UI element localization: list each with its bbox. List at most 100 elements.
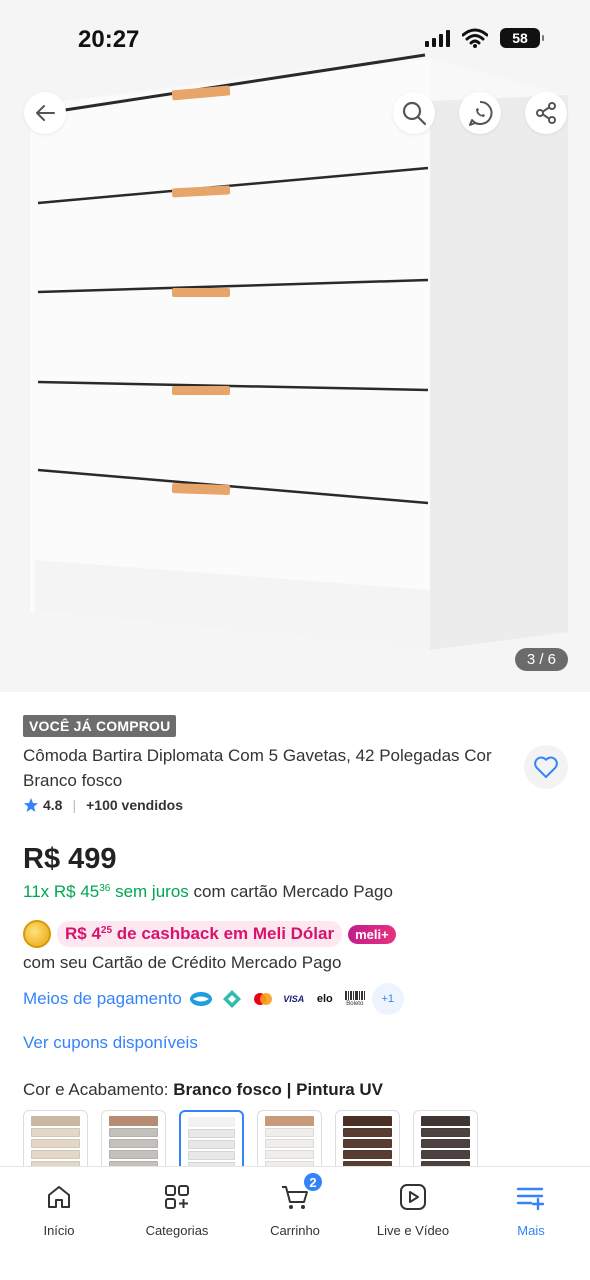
cashback-row: R$ 425 de cashback em Meli Dólar meli+ [23, 920, 396, 948]
swatch-drawer [265, 1150, 314, 1159]
cashback-cents: 25 [100, 925, 113, 936]
nav-label: Mais [517, 1223, 545, 1238]
coupons-link[interactable]: Ver cupons disponíveis [23, 1033, 198, 1053]
swatch-drawer [31, 1139, 80, 1148]
visa-icon: VISA [283, 994, 305, 1004]
arrow-left-icon [36, 105, 55, 121]
variant-swatch[interactable] [101, 1110, 166, 1174]
boleto-icon: Boleto [344, 991, 366, 1007]
image-counter: 3 / 6 [514, 648, 568, 671]
swatch-drawer [343, 1150, 392, 1159]
heart-icon [534, 756, 558, 778]
variant-swatches [23, 1110, 478, 1174]
swatch-drawer [343, 1128, 392, 1137]
sold-count: +100 vendidos [86, 797, 183, 813]
swatch-top [343, 1116, 392, 1126]
nav-label: Categorias [145, 1223, 209, 1238]
whatsapp-icon [469, 100, 493, 126]
nav-label: Live e Vídeo [376, 1223, 450, 1238]
cashback-amount: R$ 4 [65, 924, 101, 943]
installments-interest: sem juros [115, 882, 189, 901]
favorite-button[interactable] [524, 745, 568, 789]
nav-item-categorias[interactable]: Categorias [118, 1167, 236, 1280]
star-icon [24, 798, 38, 812]
whatsapp-share-button[interactable] [459, 92, 501, 134]
search-icon [402, 101, 427, 126]
swatch-drawer [265, 1128, 314, 1137]
swatch-top [188, 1117, 235, 1127]
installments-cents: 36 [99, 883, 111, 894]
swatch-drawer [421, 1139, 470, 1148]
nav-label: Carrinho [270, 1223, 320, 1238]
meli-plus-badge: meli+ [348, 924, 396, 944]
product-image [30, 53, 568, 650]
product-image-gallery[interactable]: 3 / 6 [0, 0, 590, 692]
elo-icon: elo [316, 993, 333, 1005]
swatch-drawer [188, 1151, 235, 1160]
battery-icon: 58 [500, 28, 544, 48]
payment-methods-link[interactable]: Meios de pagamento [23, 989, 182, 1009]
variant-swatch[interactable] [335, 1110, 400, 1174]
swatch-drawer [109, 1150, 158, 1159]
payment-methods-row[interactable]: Meios de pagamento VISA elo Boleto +1 [23, 983, 404, 1015]
nav-item-carrinho[interactable]: 2 Carrinho [236, 1167, 354, 1280]
swatch-drawer [265, 1139, 314, 1148]
swatch-drawer [343, 1139, 392, 1148]
variant-swatch[interactable] [179, 1110, 244, 1174]
swatch-drawer [109, 1128, 158, 1137]
product-price: R$ 499 [23, 843, 117, 875]
status-time: 20:27 [78, 26, 140, 53]
menu-plus-icon [516, 1187, 545, 1211]
cart-count-badge: 2 [302, 1171, 324, 1193]
status-icons: 58 [425, 28, 544, 48]
already-bought-badge: VOCÊ JÁ COMPROU [23, 715, 177, 737]
cashback-subtext: com seu Cartão de Crédito Mercado Pago [23, 953, 342, 972]
swatch-drawer [31, 1150, 80, 1159]
share-button[interactable] [525, 92, 567, 134]
cashback-text: de cashback em Meli Dólar [116, 924, 335, 943]
installments-suffix: com cartão Mercado Pago [193, 882, 393, 901]
swatch-top [421, 1116, 470, 1126]
bottom-navigation: Início Categorias 2 Carrinho Live e Víde… [0, 1166, 590, 1280]
wifi-icon [462, 28, 488, 48]
rating-divider: | [72, 797, 77, 813]
nav-item-mais[interactable]: Mais [472, 1167, 590, 1280]
swatch-drawer [421, 1128, 470, 1137]
signal-icon [425, 29, 450, 47]
pix-icon [220, 990, 244, 1008]
home-icon [48, 1186, 70, 1208]
swatch-drawer [188, 1129, 235, 1138]
swatch-top [31, 1116, 80, 1126]
swatch-drawer [188, 1140, 235, 1149]
back-button[interactable] [24, 92, 66, 134]
boleto-label: Boleto [346, 1001, 364, 1007]
mercado-pago-icon [189, 991, 213, 1007]
cashback-pill: R$ 425 de cashback em Meli Dólar [57, 921, 343, 947]
variant-label-key: Cor e Acabamento: [23, 1080, 169, 1099]
installments-info: 11x R$ 4536 sem juros com cartão Mercado… [23, 882, 393, 902]
nav-label: Início [43, 1223, 75, 1238]
variant-label-value: Branco fosco | Pintura UV [173, 1080, 384, 1099]
more-payments-badge[interactable]: +1 [371, 983, 404, 1015]
swatch-top [109, 1116, 158, 1126]
battery-level: 58 [512, 30, 528, 46]
rating-value: 4.8 [43, 797, 63, 813]
categories-icon [165, 1185, 189, 1209]
variant-swatch[interactable] [413, 1110, 478, 1174]
search-button[interactable] [393, 92, 435, 134]
nav-item-live-video[interactable]: Live e Vídeo [354, 1167, 472, 1280]
status-bar: 20:27 58 [0, 0, 590, 80]
play-icon [400, 1184, 426, 1210]
meli-coin-icon [23, 920, 51, 948]
variant-swatch[interactable] [257, 1110, 322, 1174]
rating-row[interactable]: 4.8 | +100 vendidos [23, 797, 183, 813]
swatch-drawer [421, 1150, 470, 1159]
share-icon [536, 102, 556, 124]
mastercard-icon [251, 991, 275, 1007]
swatch-top [265, 1116, 314, 1126]
product-title: Cômoda Bartira Diplomata Com 5 Gavetas, … [23, 746, 492, 790]
installments-count: 11x R$ 45 [23, 882, 100, 901]
variant-swatch[interactable] [23, 1110, 88, 1174]
nav-item-inicio[interactable]: Início [0, 1167, 118, 1280]
variant-label: Cor e Acabamento: Branco fosco | Pintura… [23, 1080, 383, 1100]
